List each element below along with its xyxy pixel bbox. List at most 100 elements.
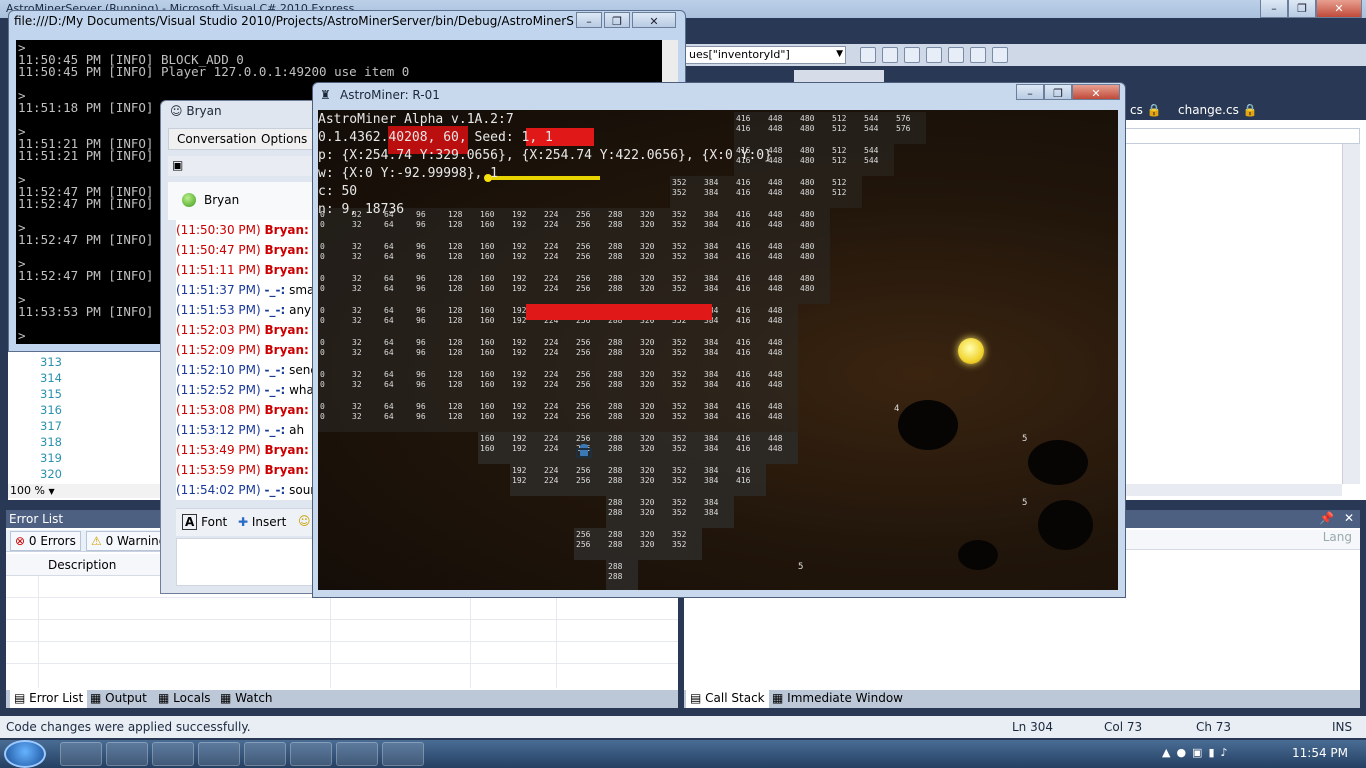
vs-maximize-button[interactable]: ❐ [1288, 0, 1316, 18]
system-tray[interactable]: ▲●▣▮♪ [1162, 746, 1272, 762]
insert-button[interactable]: ✚ Insert [238, 515, 286, 529]
tile-coordinate-label: 256 [576, 412, 591, 421]
pidgin-taskbar-icon[interactable] [152, 742, 194, 766]
chat-message-time: (11:52:52 PM) [176, 383, 261, 397]
tile-coordinate-label: 384 [704, 210, 719, 219]
game-close-button[interactable]: ✕ [1072, 84, 1120, 100]
properties-icon[interactable] [970, 47, 986, 63]
astrominer-taskbar-icon[interactable] [336, 742, 378, 766]
find-icon[interactable] [860, 47, 876, 63]
console-minimize-button[interactable]: – [576, 12, 602, 28]
console-maximize-button[interactable]: ❐ [604, 12, 630, 28]
toolbox-icon[interactable] [992, 47, 1008, 63]
chrome-taskbar-icon[interactable] [60, 742, 102, 766]
warnings-filter-button[interactable]: ⚠ 0 Warning [86, 531, 162, 551]
tile-coordinate-label: 384 [704, 508, 719, 517]
tile-coordinate-label: 256 [576, 370, 591, 379]
font-button[interactable]: A Font [182, 514, 228, 530]
tile-coordinate-label: 96 [416, 348, 426, 357]
vs-close-button[interactable]: ✕ [1316, 0, 1362, 18]
tile-coordinate-label: 512 [832, 188, 847, 197]
editor-vertical-scrollbar[interactable] [1342, 144, 1360, 484]
chat-message-time: (11:53:08 PM) [176, 403, 261, 417]
tile-coordinate-label: 288 [608, 220, 623, 229]
chat-message-time: (11:53:49 PM) [176, 443, 261, 457]
tab-locals[interactable]: ▦ Locals [154, 690, 215, 708]
tile-coordinate-label: 448 [768, 252, 783, 261]
tile-coordinate-label: 320 [640, 530, 655, 539]
tab-error-list[interactable]: ▤ Error List [10, 690, 88, 708]
tile-coordinate-label: 480 [800, 188, 815, 197]
chat-app-icon: ☺ [170, 104, 183, 118]
chat-format-toolbar: A Font ✚ Insert ☺ [176, 508, 318, 536]
tile-coordinate-label: 32 [352, 316, 362, 325]
chat-message: (11:53:49 PM) Bryan: i hav [176, 440, 318, 460]
window-icon[interactable] [904, 47, 920, 63]
errors-filter-button[interactable]: ⊗ 0 Errors [10, 531, 81, 551]
tile-coordinate-label: 416 [736, 306, 751, 315]
explorer-taskbar-icon[interactable] [382, 742, 424, 766]
tile-coordinate-label: 96 [416, 274, 426, 283]
chat-title: ☺ Bryan [170, 104, 290, 122]
chat-toolbar-icon[interactable]: ▣ [172, 158, 183, 172]
console-close-button[interactable]: ✕ [632, 12, 676, 28]
warning-icon: ⚠ [91, 534, 102, 548]
marker-label: 5 [1022, 434, 1028, 444]
game-minimize-button[interactable]: – [1016, 84, 1044, 100]
tab-watch[interactable]: ▦ Watch [216, 690, 277, 708]
tile-coordinate-label: 480 [800, 242, 815, 251]
description-column-header[interactable]: Description [48, 558, 116, 572]
tile-coordinate-label: 0 [320, 348, 325, 357]
tile-coordinate-label: 128 [448, 380, 463, 389]
tile-coordinate-label: 544 [864, 124, 879, 133]
editor-horizontal-scrollbar[interactable] [1124, 484, 1342, 496]
visual-studio-taskbar-icon[interactable] [198, 742, 240, 766]
replace-icon[interactable] [882, 47, 898, 63]
font-label: Font [201, 515, 228, 529]
game-maximize-button[interactable]: ❐ [1044, 84, 1072, 100]
tile-coordinate-label: 480 [800, 124, 815, 133]
tools-icon[interactable] [926, 47, 942, 63]
vs-minimize-button[interactable]: – [1260, 0, 1288, 18]
tab-cs[interactable]: cs 🔒 [1124, 102, 1168, 120]
tile-coordinate-label: 416 [736, 188, 751, 197]
tile-coordinate-label: 0 [320, 370, 325, 379]
chat-message: (11:52:10 PM) -_-: send m [176, 360, 318, 380]
tile-coordinate-label: 384 [704, 220, 719, 229]
list-icon: ▤ [14, 691, 26, 705]
language-column-header[interactable]: Lang [1323, 530, 1352, 544]
tab-call-stack[interactable]: ▤ Call Stack [686, 690, 769, 708]
start-button[interactable] [4, 740, 46, 768]
tab-immediate-window[interactable]: ▦ Immediate Window [768, 690, 907, 708]
warnings-count: 0 Warning [105, 534, 162, 548]
code-editor[interactable] [1124, 120, 1366, 500]
tab-change-cs[interactable]: change.cs 🔒 [1172, 102, 1264, 120]
chat-log[interactable]: (11:50:30 PM) Bryan: oh a(11:50:47 PM) B… [176, 220, 318, 500]
tile-coordinate-label: 256 [576, 284, 591, 293]
taskbar-clock[interactable]: 11:54 PM [1278, 746, 1362, 762]
vs-find-combo[interactable]: ues["inventoryId"] ▼ [684, 46, 846, 64]
window-taskbar-icon[interactable] [290, 742, 332, 766]
zoom-combo[interactable]: 100 % ▼ [8, 484, 160, 498]
console-taskbar-icon[interactable] [244, 742, 286, 766]
notepad-taskbar-icon[interactable] [106, 742, 148, 766]
menu-conversation[interactable]: Conversation [177, 132, 256, 146]
game-title-text: AstroMiner: R-01 [340, 88, 440, 102]
menu-options[interactable]: Options [261, 132, 307, 146]
tab-label: Watch [235, 691, 273, 705]
tile-coordinate-label: 192 [512, 412, 527, 421]
editor-navigation-bar[interactable] [1124, 128, 1360, 144]
chevron-down-icon[interactable]: ▼ [48, 487, 54, 496]
chat-input[interactable] [176, 538, 318, 586]
chevron-down-icon[interactable]: ▼ [836, 49, 843, 59]
tab-output[interactable]: ▦ Output [86, 690, 151, 708]
tile-coordinate-label: 256 [576, 274, 591, 283]
go-icon[interactable] [948, 47, 964, 63]
close-icon[interactable]: ✕ [1344, 511, 1354, 525]
game-canvas[interactable]: 416 416 448 448 480 480 512 512 544 544 576 576 416 4… [318, 110, 1118, 590]
chat-title-text: Bryan [186, 104, 222, 118]
smiley-icon[interactable]: ☺ [298, 514, 311, 528]
pin-icon[interactable]: 📌 [1319, 511, 1334, 525]
chat-message-sender: Bryan: [264, 343, 309, 357]
tile-coordinate-label: 64 [384, 220, 394, 229]
